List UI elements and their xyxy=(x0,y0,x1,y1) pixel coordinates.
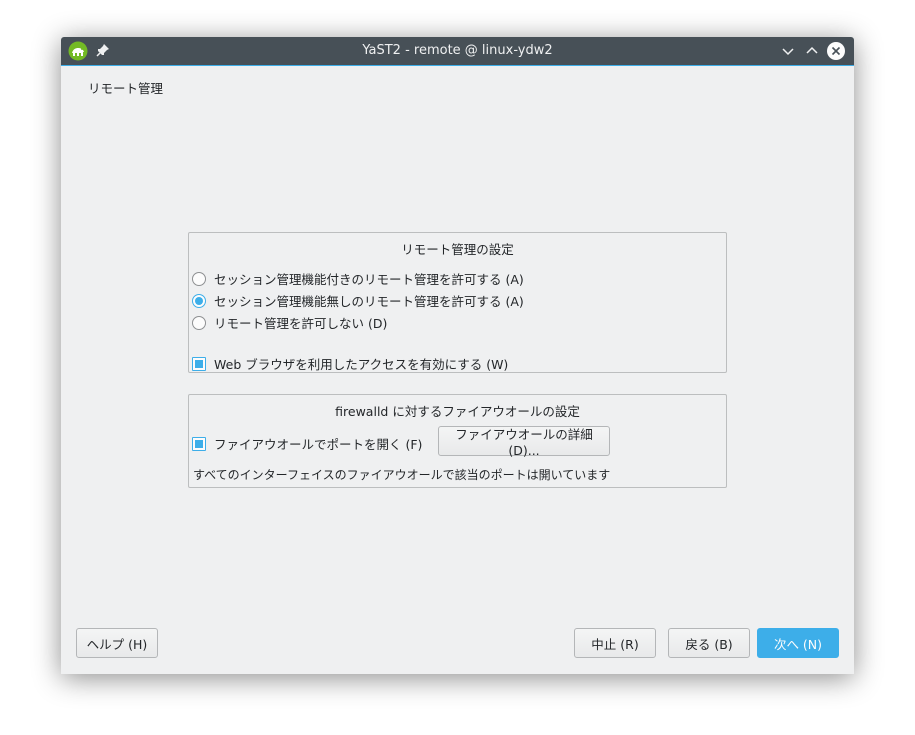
firewall-details-button[interactable]: ファイアウオールの詳細 (D)... xyxy=(438,426,610,458)
close-icon[interactable] xyxy=(826,41,846,61)
firewall-status-text: すべてのインターフェイスのファイアウオールで該当のポートは開いています xyxy=(193,468,611,482)
radio-label: セッション管理機能無しのリモート管理を許可する (A) xyxy=(214,294,524,309)
radio-allow-without-session[interactable]: セッション管理機能無しのリモート管理を許可する (A) xyxy=(192,291,524,310)
minimize-icon[interactable] xyxy=(778,41,798,61)
maximize-icon[interactable] xyxy=(802,41,822,61)
radio-allow-with-session[interactable]: セッション管理機能付きのリモート管理を許可する (A) xyxy=(192,269,524,288)
open-port-checkbox-row[interactable]: ファイアウオールでポートを開く (F) xyxy=(192,434,422,453)
radio-button-selected[interactable] xyxy=(192,293,206,308)
abort-button[interactable]: 中止 (R) xyxy=(574,628,656,658)
back-button[interactable]: 戻る (B) xyxy=(668,628,750,658)
page-title: リモート管理 xyxy=(88,81,164,96)
radio-label: リモート管理を許可しない (D) xyxy=(214,316,388,331)
next-button[interactable]: 次へ (N) xyxy=(757,628,839,658)
radio-button[interactable] xyxy=(192,271,206,286)
web-access-label: Web ブラウザを利用したアクセスを有効にする (W) xyxy=(214,357,509,372)
firewall-group: firewalld に対するファイアウオールの設定 ファイアウオールでポートを開… xyxy=(188,394,727,488)
help-button[interactable]: ヘルプ (H) xyxy=(76,628,158,658)
open-port-label: ファイアウオールでポートを開く (F) xyxy=(214,437,423,452)
radio-button[interactable] xyxy=(192,315,206,330)
open-port-checkbox[interactable] xyxy=(192,436,206,451)
remote-settings-title: リモート管理の設定 xyxy=(401,242,514,257)
remote-settings-group: リモート管理の設定 セッション管理機能付きのリモート管理を許可する (A) セッ… xyxy=(188,232,727,373)
radio-label: セッション管理機能付きのリモート管理を許可する (A) xyxy=(214,272,524,287)
radio-disallow[interactable]: リモート管理を許可しない (D) xyxy=(192,313,387,332)
title-bar[interactable]: YaST2 - remote @ linux-ydw2 xyxy=(61,37,854,66)
firewall-title: firewalld に対するファイアウオールの設定 xyxy=(335,404,580,419)
yast-window: YaST2 - remote @ linux-ydw2 リモート管理 リモート管… xyxy=(61,37,854,674)
window-title: YaST2 - remote @ linux-ydw2 xyxy=(362,43,553,58)
web-access-checkbox[interactable] xyxy=(192,356,206,371)
web-access-checkbox-row[interactable]: Web ブラウザを利用したアクセスを有効にする (W) xyxy=(192,354,508,373)
